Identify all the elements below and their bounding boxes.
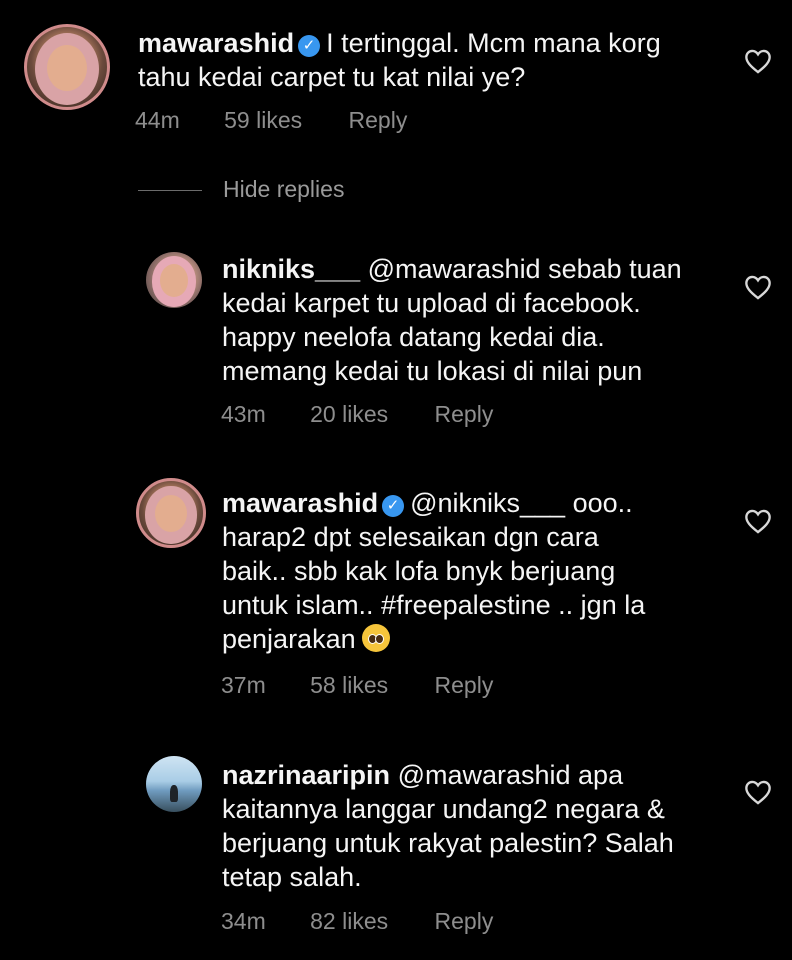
comment-meta: 37m 58 likes Reply	[221, 672, 493, 699]
avatar[interactable]	[146, 756, 202, 812]
avatar[interactable]	[146, 252, 202, 308]
verified-badge-icon: ✓	[298, 35, 321, 57]
comment-time: 37m	[221, 672, 266, 698]
heart-icon[interactable]	[744, 779, 772, 805]
comment-body-line3: baik.. sbb kak lofa bnyk berjuang	[222, 556, 616, 586]
comment-body-line5: penjarakan	[222, 624, 356, 654]
comment-body-line1: @mawarashid sebab tuan	[367, 254, 682, 284]
pleading-face-emoji	[361, 624, 390, 652]
comment-text: mawarashid ✓ @nikniks___ ooo.. harap2 dpt …	[222, 486, 742, 656]
username[interactable]: nikniks___	[222, 254, 360, 284]
comment-text: nikniks___ @mawarashid sebab tuan kedai …	[222, 252, 742, 388]
likes-count[interactable]: 58 likes	[310, 672, 388, 699]
heart-icon[interactable]	[744, 508, 772, 534]
heart-icon[interactable]	[744, 274, 772, 300]
comment-body-line4: tetap salah.	[222, 862, 362, 892]
comment-body-line1: @nikniks___ ooo..	[410, 488, 633, 518]
comment-meta: 43m 20 likes Reply	[221, 401, 493, 428]
comment-meta: 34m 82 likes Reply	[221, 908, 493, 935]
username[interactable]: nazrinaaripin	[222, 760, 390, 790]
comment-body-line4: memang kedai tu lokasi di nilai pun	[222, 356, 643, 386]
reply-button[interactable]: Reply	[349, 107, 408, 134]
comment-meta: 44m 59 likes Reply	[135, 107, 407, 134]
avatar[interactable]	[24, 24, 110, 110]
comment-text: mawarashid ✓ I tertinggal. Mcm mana korg t…	[138, 26, 728, 94]
comment-time: 44m	[135, 107, 180, 133]
divider-line	[138, 190, 202, 191]
comment-body-line4: untuk islam.. #freepalestine .. jgn la	[222, 590, 646, 620]
comment-body-line2: tahu kedai carpet tu kat nilai ye?	[138, 62, 526, 92]
verified-badge-icon: ✓	[382, 495, 405, 517]
heart-icon[interactable]	[744, 48, 772, 74]
hide-replies-label: Hide replies	[223, 176, 345, 202]
likes-count[interactable]: 59 likes	[224, 107, 302, 134]
username[interactable]: mawarashid	[222, 488, 378, 518]
reply-button[interactable]: Reply	[435, 401, 494, 428]
comment-time: 43m	[221, 401, 266, 427]
likes-count[interactable]: 82 likes	[310, 908, 388, 935]
comment-body-line2: kaitannya langgar undang2 negara &	[222, 794, 665, 824]
likes-count[interactable]: 20 likes	[310, 401, 388, 428]
comment-text: nazrinaaripin @mawarashid apa kaitannya …	[222, 758, 742, 894]
username[interactable]: mawarashid	[138, 28, 294, 58]
comment-body-line3: happy neelofa datang kedai dia.	[222, 322, 605, 352]
reply-button[interactable]: Reply	[435, 672, 494, 699]
comment-body-line2: kedai karpet tu upload di facebook.	[222, 288, 641, 318]
comment-time: 34m	[221, 908, 266, 934]
comment-body-line1: I tertinggal. Mcm mana korg	[326, 28, 661, 58]
avatar[interactable]	[136, 478, 206, 548]
comment-body-line2: harap2 dpt selesaikan dgn cara	[222, 522, 599, 552]
reply-button[interactable]: Reply	[435, 908, 494, 935]
comment-body-line3: berjuang untuk rakyat palestin? Salah	[222, 828, 674, 858]
comment-body-line1: @mawarashid apa	[397, 760, 624, 790]
